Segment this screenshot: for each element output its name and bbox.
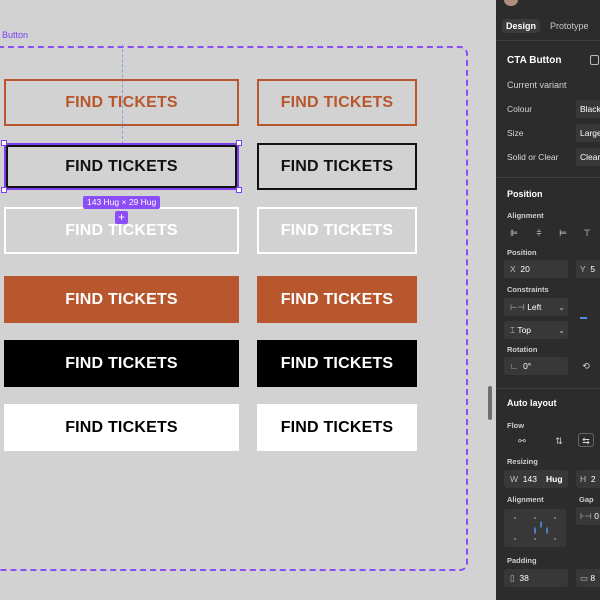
w-label: W	[510, 474, 519, 484]
variant-solid-orange-large[interactable]: FIND TICKETS	[4, 276, 239, 323]
gap-label: Gap	[579, 495, 594, 504]
w-value: 143	[522, 474, 537, 484]
size-select[interactable]: Large	[576, 124, 600, 142]
rotation-value: 0°	[523, 361, 532, 371]
align-center-indicator-icon: ╻╹╻	[532, 523, 551, 534]
variant-solid-black-small[interactable]: FIND TICKETS	[257, 340, 417, 387]
alignment-grid[interactable]: ╻╹╻	[504, 509, 566, 547]
padding-label: Padding	[507, 556, 537, 565]
variant-solid-white-small[interactable]: FIND TICKETS	[257, 404, 417, 451]
design-canvas[interactable]: Button FIND TICKETS FIND TICKETS FIND TI…	[0, 0, 495, 600]
component-icon[interactable]	[590, 55, 599, 65]
variant-solid-orange-small[interactable]: FIND TICKETS	[257, 276, 417, 323]
alignment-label: Alignment	[507, 211, 544, 220]
vertical-padding-icon: ▭	[580, 573, 589, 583]
variant-outline-black-large-selected[interactable]: FIND TICKETS	[4, 143, 239, 190]
solid-or-clear-select[interactable]: Clear	[576, 148, 600, 166]
horizontal-padding-field[interactable]: ▯ 38	[504, 569, 568, 587]
vertical-constraint-select[interactable]: ⌶ Top ⌄	[504, 321, 568, 339]
size-label: Size	[507, 128, 524, 138]
rotate-icon[interactable]: ⟲	[578, 359, 594, 373]
rotation-field[interactable]: ∟ 0°	[504, 357, 568, 375]
component-title: CTA Button	[507, 55, 562, 66]
x-value: 20	[520, 264, 530, 274]
flow-wrap-icon[interactable]: ⚯	[514, 434, 530, 448]
resize-handle-top-left[interactable]	[1, 140, 7, 146]
divider	[496, 40, 600, 41]
x-position-field[interactable]: X 20	[504, 260, 568, 278]
variant-outline-black-small[interactable]: FIND TICKETS	[257, 143, 417, 190]
align-top-icon[interactable]: ⊤	[579, 226, 595, 240]
colour-select[interactable]: Black	[576, 100, 600, 118]
chevron-down-icon: ⌄	[558, 302, 566, 312]
rotation-label: Rotation	[507, 345, 538, 354]
resize-handle-bottom-left[interactable]	[1, 187, 7, 193]
resize-handle-top-right[interactable]	[236, 140, 242, 146]
vertical-padding-value: 8	[590, 573, 596, 583]
tab-prototype[interactable]: Prototype	[550, 19, 589, 33]
frame-label[interactable]: Button	[2, 30, 28, 40]
rotation-icon: ∟	[510, 361, 519, 371]
dimension-badge: 143 Hug × 29 Hug	[83, 196, 161, 209]
y-position-field[interactable]: Y 5	[576, 260, 600, 278]
height-field[interactable]: H 2	[576, 470, 600, 488]
width-mode[interactable]: Hug	[546, 470, 563, 488]
horizontal-constraint-value: Left	[527, 302, 542, 312]
chevron-down-icon: ⌄	[558, 325, 566, 335]
resizing-label: Resizing	[507, 457, 538, 466]
variant-solid-white-large[interactable]: FIND TICKETS	[4, 404, 239, 451]
position-label: Position	[507, 248, 537, 257]
auto-layout-section-title: Auto layout	[507, 398, 557, 408]
panel-resize-handle[interactable]	[488, 386, 492, 420]
vertical-constraint-icon: ⌶	[510, 325, 516, 335]
align-left-icon[interactable]: ⊫	[506, 226, 522, 240]
horizontal-constraint-select[interactable]: ⊢⊣ Left ⌄	[504, 298, 568, 316]
flow-horizontal-icon[interactable]: ⇆	[578, 433, 594, 447]
variant-outline-white-small[interactable]: FIND TICKETS	[257, 207, 417, 254]
align-right-icon[interactable]: ⊨	[555, 226, 571, 240]
divider	[496, 177, 600, 178]
gap-field[interactable]: ⊦⊣ 0	[576, 507, 600, 525]
inspector-panel: Design Prototype CTA Button Current vari…	[496, 0, 600, 600]
add-variant-button[interactable]: +	[115, 211, 128, 224]
tab-design[interactable]: Design	[502, 19, 541, 33]
variant-outline-orange-large[interactable]: FIND TICKETS	[4, 79, 239, 126]
resize-handle-bottom-right[interactable]	[236, 187, 242, 193]
divider	[496, 388, 600, 389]
auto-layout-alignment-label: Alignment	[507, 495, 544, 504]
vertical-padding-field[interactable]: ▭ 8	[576, 569, 600, 587]
solid-or-clear-label: Solid or Clear	[507, 152, 559, 162]
horizontal-padding-icon: ▯	[510, 573, 515, 583]
colour-label: Colour	[507, 104, 533, 114]
flow-vertical-icon[interactable]: ⇅	[551, 434, 567, 448]
position-section-title: Position	[507, 189, 543, 199]
panel-tabs: Design Prototype	[496, 14, 600, 40]
panel-top-strip	[496, 0, 600, 14]
y-value: 5	[590, 264, 596, 274]
h-value: 2	[590, 474, 596, 484]
flow-label: Flow	[507, 421, 525, 430]
vertical-constraint-value: Top	[517, 325, 532, 335]
x-label: X	[510, 264, 516, 274]
current-variant-title: Current variant	[507, 80, 567, 90]
y-label: Y	[580, 264, 586, 274]
gap-value: 0	[594, 511, 599, 521]
horizontal-constraint-icon: ⊢⊣	[510, 302, 525, 312]
avatar[interactable]	[504, 0, 518, 6]
align-center-icon[interactable]: ⫩	[531, 226, 547, 240]
constraint-preview-indicator	[580, 317, 587, 319]
horizontal-padding-value: 38	[519, 573, 529, 583]
h-label: H	[580, 474, 587, 484]
gap-icon: ⊦⊣	[580, 511, 592, 521]
variant-solid-black-large[interactable]: FIND TICKETS	[4, 340, 239, 387]
variant-outline-orange-small[interactable]: FIND TICKETS	[257, 79, 417, 126]
constraints-label: Constraints	[507, 285, 549, 294]
width-field[interactable]: W 143 Hug	[504, 470, 568, 488]
